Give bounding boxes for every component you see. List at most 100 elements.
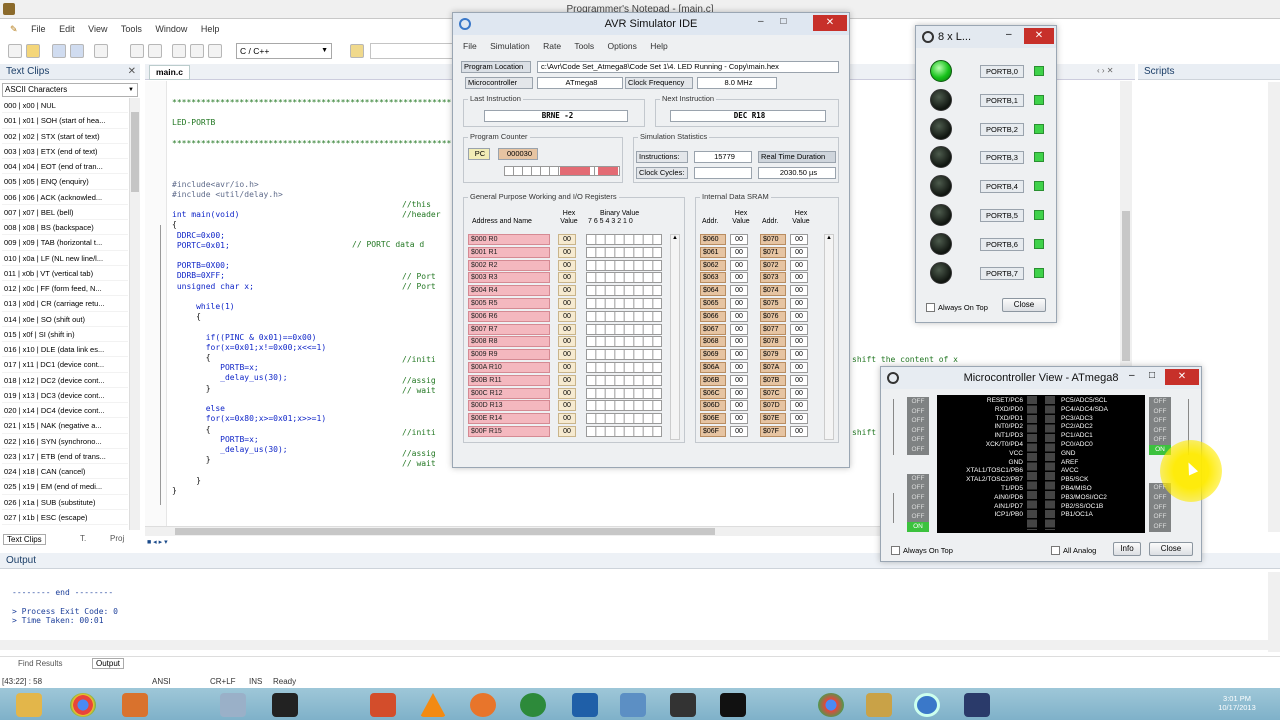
menu-window[interactable]: Window [155, 24, 187, 34]
output-hscrollbar[interactable] [0, 640, 1268, 650]
sim-menu-tools[interactable]: Tools [574, 41, 594, 51]
always-on-top-checkbox[interactable] [891, 546, 900, 555]
register-hex-value[interactable]: 00 [558, 310, 576, 322]
clip-item[interactable]: 015 | x0f | SI (shift in) [2, 327, 128, 342]
sram-value[interactable]: 00 [730, 310, 748, 322]
utorrent-icon[interactable] [520, 693, 546, 717]
pin-state-on[interactable]: ON [907, 521, 929, 532]
register-bits[interactable] [586, 323, 662, 335]
register-hex-value[interactable]: 00 [558, 272, 576, 284]
clip-item[interactable]: 011 | x0b | VT (vertical tab) [2, 266, 128, 281]
led-color-swatch[interactable] [1034, 210, 1044, 220]
clip-item[interactable]: 007 | x07 | BEL (bell) [2, 205, 128, 220]
pin-state-off[interactable]: OFF [907, 483, 929, 494]
sram-value[interactable]: 00 [730, 298, 748, 309]
clip-item[interactable]: 021 | x15 | NAK (negative a... [2, 418, 128, 434]
pin-state-off[interactable]: OFF [907, 425, 929, 436]
paste-icon[interactable] [208, 44, 222, 58]
clock[interactable]: 3:01 PM 10/17/2013 [1212, 694, 1262, 712]
all-analog-checkbox[interactable] [1051, 546, 1060, 555]
sram-value[interactable]: 00 [730, 259, 748, 271]
minimize-icon[interactable]: – [758, 16, 764, 27]
register-bits[interactable] [586, 285, 662, 297]
tab-output[interactable]: Output [92, 658, 125, 669]
open-file-icon[interactable] [26, 44, 40, 58]
menu-app-icon[interactable]: ✎ [10, 24, 18, 34]
sram-value[interactable]: 00 [730, 272, 748, 284]
sim-menu-file[interactable]: File [463, 41, 477, 51]
maximize-icon[interactable]: □ [1149, 370, 1155, 381]
scroll-thumb[interactable] [131, 112, 139, 192]
sram-value[interactable]: 00 [790, 310, 808, 322]
sram-value[interactable]: 00 [730, 349, 748, 361]
led-color-swatch[interactable] [1034, 152, 1044, 163]
sram-value[interactable]: 00 [730, 323, 748, 335]
save-icon[interactable] [52, 44, 66, 58]
sim-menu-options[interactable]: Options [608, 41, 637, 51]
textclips-scrollbar[interactable] [129, 98, 140, 530]
sim-menu-simulation[interactable]: Simulation [490, 41, 530, 51]
register-hex-value[interactable]: 00 [558, 234, 576, 245]
audio-icon[interactable] [670, 693, 696, 717]
led-color-swatch[interactable] [1034, 123, 1044, 134]
pin-state-off[interactable]: OFF [907, 406, 929, 417]
avr-simulator-icon[interactable] [914, 693, 940, 717]
output-scrollbar[interactable] [1268, 572, 1280, 652]
register-bits[interactable] [586, 298, 662, 309]
close-button[interactable]: ✕ [1165, 369, 1199, 385]
clip-item[interactable]: 018 | x12 | DC2 (device cont... [2, 373, 128, 388]
register-bits[interactable] [586, 413, 662, 425]
register-hex-value[interactable]: 00 [558, 285, 576, 297]
led-color-swatch[interactable] [1034, 181, 1044, 192]
cut-icon[interactable] [172, 44, 186, 58]
save-all-icon[interactable] [70, 44, 84, 58]
sram-value[interactable]: 00 [730, 413, 748, 425]
always-on-top-checkbox[interactable] [926, 303, 935, 312]
sram-value[interactable]: 00 [730, 387, 748, 399]
sram-value[interactable]: 00 [790, 400, 808, 412]
terminal-icon[interactable] [272, 693, 298, 717]
pin-state-off[interactable]: OFF [1149, 493, 1171, 503]
pin-state-off[interactable]: OFF [907, 416, 929, 427]
new-file-icon[interactable] [8, 44, 22, 58]
pin-state-off[interactable]: OFF [1149, 397, 1171, 407]
hscroll-thumb[interactable] [175, 528, 715, 535]
close-icon[interactable]: ✕ [128, 64, 136, 80]
register-hex-value[interactable]: 00 [558, 349, 576, 361]
maximize-icon[interactable]: □ [780, 16, 786, 27]
scripts-scrollbar[interactable] [1268, 82, 1280, 532]
pin-state-off[interactable]: OFF [1149, 521, 1171, 532]
clip-item[interactable]: 020 | x14 | DC4 (device cont... [2, 403, 128, 419]
clip-item[interactable]: 026 | x1a | SUB (substitute) [2, 495, 128, 510]
sram-value[interactable]: 00 [730, 234, 748, 245]
menu-file[interactable]: File [31, 24, 46, 34]
register-bits[interactable] [586, 310, 662, 322]
copy-icon[interactable] [190, 44, 204, 58]
led-color-swatch[interactable] [1034, 66, 1044, 76]
pin-state-off[interactable]: OFF [1149, 512, 1171, 523]
register-hex-value[interactable]: 00 [558, 298, 576, 309]
menu-edit[interactable]: Edit [59, 24, 75, 34]
bluetooth-icon[interactable] [572, 693, 598, 717]
register-hex-value[interactable]: 00 [558, 362, 576, 373]
led-color-swatch[interactable] [1034, 267, 1044, 278]
pin-state-off[interactable]: OFF [1149, 406, 1171, 417]
pin-state-off[interactable]: OFF [907, 435, 929, 446]
clip-item[interactable]: 006 | x06 | ACK (acknowled... [2, 190, 128, 205]
sram-value[interactable]: 00 [790, 374, 808, 386]
register-bits[interactable] [586, 362, 662, 373]
register-bits[interactable] [586, 234, 662, 245]
clip-item[interactable]: 002 | x02 | STX (start of text) [2, 129, 128, 144]
chrome-icon[interactable] [70, 693, 96, 717]
sram-value[interactable]: 00 [730, 246, 748, 258]
menu-view[interactable]: View [88, 24, 107, 34]
register-hex-value[interactable]: 00 [558, 374, 576, 386]
tab-text-clips[interactable]: Text Clips [3, 534, 46, 545]
led-color-swatch[interactable] [1034, 94, 1044, 105]
scheme-select[interactable]: C / C++ ▼ [236, 43, 332, 59]
sram-value[interactable]: 00 [730, 285, 748, 297]
firefox-icon[interactable] [470, 693, 496, 717]
menu-help[interactable]: Help [201, 24, 220, 34]
paint-icon[interactable] [122, 693, 148, 717]
clip-item[interactable]: 024 | x18 | CAN (cancel) [2, 464, 128, 480]
